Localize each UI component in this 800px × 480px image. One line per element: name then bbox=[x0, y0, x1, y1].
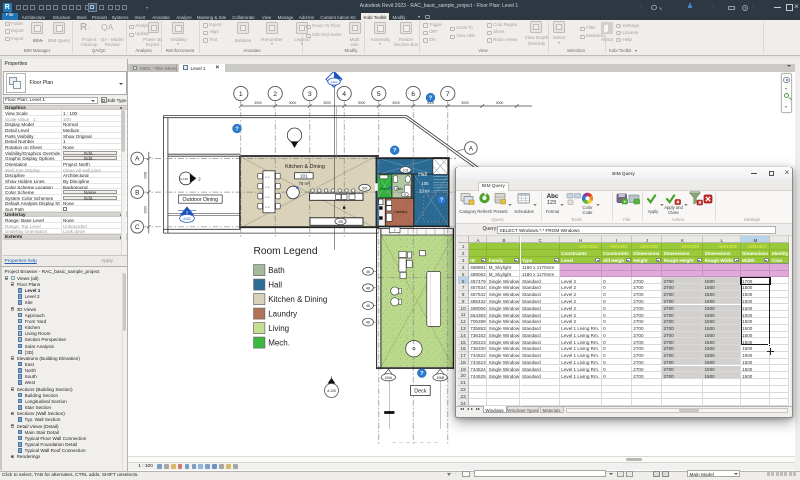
svg-text:4: 4 bbox=[342, 91, 346, 98]
svg-text:3000: 3000 bbox=[392, 101, 400, 105]
svg-text:F: F bbox=[394, 228, 396, 232]
svg-text:Living: Living bbox=[268, 324, 289, 333]
svg-text:Refresh: Refresh bbox=[477, 208, 492, 213]
svg-text:?: ? bbox=[235, 127, 239, 133]
svg-text:101: 101 bbox=[300, 174, 308, 179]
svg-text:σ σ: σ σ bbox=[265, 195, 270, 199]
svg-text:?: ? bbox=[393, 148, 397, 154]
svg-text:σ σ: σ σ bbox=[265, 175, 270, 179]
svg-text:Kitchen & Dining: Kitchen & Dining bbox=[285, 164, 325, 170]
svg-text:A104: A104 bbox=[330, 80, 337, 84]
svg-text:Category: Category bbox=[459, 208, 477, 213]
svg-text:Room Legend: Room Legend bbox=[253, 246, 317, 257]
svg-text:?: ? bbox=[420, 371, 424, 377]
svg-text:Hall: Hall bbox=[418, 172, 427, 178]
svg-text:+: + bbox=[623, 199, 626, 204]
svg-text:105: 105 bbox=[421, 181, 429, 186]
svg-text:Bath: Bath bbox=[268, 266, 284, 275]
svg-text:?: ? bbox=[429, 96, 433, 102]
svg-text:Mech.: Mech. bbox=[268, 339, 290, 348]
svg-text:Laundry: Laundry bbox=[394, 210, 408, 214]
svg-text:Hall: Hall bbox=[268, 281, 282, 290]
svg-text:3: 3 bbox=[308, 91, 312, 98]
svg-text:3000: 3000 bbox=[144, 172, 148, 180]
svg-text:A-146: A-146 bbox=[180, 177, 188, 181]
svg-text:Code: Code bbox=[582, 210, 593, 215]
svg-text:495: 495 bbox=[338, 220, 344, 224]
svg-text:46: 46 bbox=[366, 286, 370, 290]
svg-text:Deck: Deck bbox=[414, 389, 427, 395]
svg-text:78 m²: 78 m² bbox=[298, 181, 310, 186]
svg-text:A102: A102 bbox=[183, 217, 191, 221]
svg-text:Outdoor Dining: Outdoor Dining bbox=[182, 197, 218, 203]
svg-text:Apply: Apply bbox=[647, 208, 658, 213]
svg-text:σ σ: σ σ bbox=[265, 205, 270, 209]
svg-text:45: 45 bbox=[403, 193, 407, 197]
svg-text:Bath: Bath bbox=[396, 187, 403, 191]
svg-text:23 m²: 23 m² bbox=[419, 189, 431, 194]
svg-text:Presets: Presets bbox=[493, 208, 507, 213]
svg-text:·: · bbox=[294, 133, 295, 138]
svg-text:C: C bbox=[135, 224, 140, 231]
svg-text:3000: 3000 bbox=[496, 101, 504, 105]
svg-text:Format: Format bbox=[545, 208, 559, 213]
svg-text:2: 2 bbox=[273, 91, 277, 98]
svg-text:A: A bbox=[135, 156, 140, 163]
svg-text:3000: 3000 bbox=[144, 206, 148, 214]
svg-text:Laundry: Laundry bbox=[268, 310, 297, 319]
svg-text:3: 3 bbox=[186, 211, 188, 215]
svg-text:B: B bbox=[135, 189, 139, 196]
svg-text:1: 1 bbox=[239, 91, 243, 98]
svg-text:A-105: A-105 bbox=[327, 389, 336, 393]
svg-text:Kitchen & Dining: Kitchen & Dining bbox=[268, 295, 327, 304]
svg-text:505: 505 bbox=[362, 186, 368, 190]
svg-text:3000: 3000 bbox=[254, 101, 262, 105]
svg-text:3000: 3000 bbox=[323, 101, 331, 105]
svg-text:123: 123 bbox=[547, 200, 556, 206]
svg-text:Abc: Abc bbox=[546, 192, 558, 199]
svg-text:106B: 106B bbox=[436, 376, 445, 380]
svg-text:7: 7 bbox=[446, 91, 450, 98]
svg-text:3000: 3000 bbox=[358, 101, 366, 105]
svg-text:Schedules: Schedules bbox=[514, 208, 534, 213]
svg-text:3000: 3000 bbox=[289, 101, 297, 105]
svg-text:46: 46 bbox=[366, 304, 370, 308]
svg-text:103: 103 bbox=[403, 169, 409, 173]
svg-text:3000: 3000 bbox=[461, 101, 469, 105]
svg-text:106A: 106A bbox=[384, 376, 393, 380]
svg-text:σ σ: σ σ bbox=[265, 185, 270, 189]
svg-text:Mech: Mech bbox=[380, 187, 389, 191]
svg-text:6: 6 bbox=[411, 91, 415, 98]
svg-text:46: 46 bbox=[366, 321, 370, 325]
svg-text:Close: Close bbox=[668, 210, 679, 215]
svg-text:?: ? bbox=[440, 198, 444, 204]
svg-text:5: 5 bbox=[377, 91, 381, 98]
svg-text:2: 2 bbox=[198, 177, 201, 182]
svg-text:46: 46 bbox=[366, 270, 370, 274]
